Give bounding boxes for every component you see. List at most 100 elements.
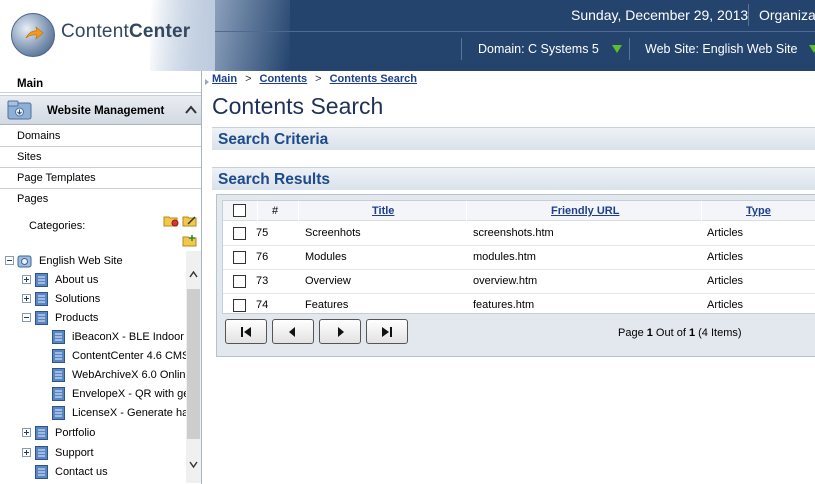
results-grid: # Title Friendly URL Type 75 Screenhots … [222,200,815,314]
sidebar-item-sites[interactable]: Sites [0,147,201,168]
tree-node-label: Support [55,447,94,459]
pager-status: Page 1 Out of 1 (4 Items) [618,327,742,339]
tree-node[interactable]: ContentCenter 4.6 CMS [0,347,186,366]
table-row[interactable]: 76 Modules modules.htm Articles [223,246,815,270]
next-page-button[interactable] [319,319,361,344]
last-page-button[interactable] [366,319,408,344]
expand-toggle-icon[interactable] [22,275,31,284]
pager: Page 1 Out of 1 (4 Items) [222,319,815,349]
collapse-toggle-icon[interactable] [22,313,31,322]
tree-node[interactable]: iBeaconX - BLE Indoor [0,328,186,347]
search-results-label: Search Results [218,171,330,188]
row-friendly-url: overview.htm [473,275,538,287]
row-checkbox[interactable] [233,251,246,264]
sidebar: Main Website Management Domains Sites Pa… [0,71,202,484]
scroll-up-icon[interactable] [189,270,198,279]
tree-node-label: Solutions [55,293,101,305]
page-icon [35,273,48,287]
expand-toggle-icon[interactable] [22,428,31,437]
row-id: 76 [256,251,269,263]
tree-scrollbar[interactable] [186,251,201,483]
column-header-number: # [272,205,279,217]
row-checkbox[interactable] [233,275,246,288]
tree-node[interactable]: Portfolio [0,424,186,443]
tree-node[interactable]: WebArchiveX 6.0 Onlin [0,366,186,385]
page-icon [35,292,48,306]
row-title: Overview [305,275,351,287]
tree-node-label: Contact us [55,466,108,478]
page-icon [35,465,48,479]
page-title: Contents Search [212,93,384,119]
next-page-icon [338,327,344,337]
website-dropdown-arrow-icon[interactable] [809,45,815,53]
page-icon [52,330,65,344]
tree-node[interactable]: About us [0,271,186,290]
sidebar-item-domains[interactable]: Domains [0,126,201,147]
scrollbar-thumb[interactable] [187,289,200,439]
row-checkbox[interactable] [233,299,246,312]
edit-category-icon[interactable] [182,214,198,227]
table-row[interactable]: 75 Screenhots screenshots.htm Articles [223,222,815,246]
tree-node[interactable]: Products [0,309,186,328]
search-criteria-bar[interactable]: Search Criteria [212,127,815,150]
expand-toggle-icon[interactable] [22,448,31,457]
row-id: 75 [256,227,269,239]
sidebar-item-page-templates[interactable]: Page Templates [0,168,201,189]
logo-arrow-icon [25,26,44,40]
tree-node[interactable]: EnvelopeX - QR with ge [0,385,186,404]
row-id: 74 [256,299,269,311]
table-row[interactable]: 74 Features features.htm Articles [223,294,815,318]
header-divider [748,4,749,26]
breadcrumb-contents-search-link[interactable]: Contents Search [330,73,417,85]
categories-label: Categories: [29,220,86,232]
column-header-friendly-url[interactable]: Friendly URL [551,205,619,217]
scroll-down-icon[interactable] [189,460,198,469]
page-icon [52,406,65,420]
header-divider-line [215,31,815,32]
column-header-type[interactable]: Type [746,205,771,217]
tree-node[interactable]: Support [0,444,186,463]
row-type: Articles [707,251,744,263]
column-divider [466,201,467,221]
page-icon [35,311,48,325]
tree-node[interactable]: Solutions [0,290,186,309]
website-icon [17,255,32,268]
organization-selector[interactable]: Organizat [759,7,815,23]
last-page-icon [382,327,392,337]
previous-page-button[interactable] [272,319,314,344]
tree-node[interactable]: LicenseX - Generate ha [0,404,186,423]
collapse-toggle-icon[interactable] [5,256,14,265]
breadcrumb-main-link[interactable]: Main [212,73,237,85]
website-selector[interactable]: Web Site: English Web Site [645,42,797,56]
row-title: Screenhots [305,227,361,239]
delete-category-icon[interactable] [163,214,179,227]
table-row[interactable]: 73 Overview overview.htm Articles [223,270,815,294]
tree-node-label: ContentCenter 4.6 CMS [72,350,186,362]
website-management-header[interactable]: Website Management [0,95,201,125]
add-category-icon[interactable] [182,234,198,247]
header-divider [461,38,462,60]
row-checkbox[interactable] [233,227,246,240]
sidebar-item-pages[interactable]: Pages [0,189,201,210]
domain-dropdown-arrow-icon[interactable] [612,45,622,53]
collapse-chevron-icon[interactable] [184,104,198,116]
expand-toggle-icon[interactable] [22,294,31,303]
website-management-label: Website Management [47,105,165,117]
first-page-icon [241,327,251,337]
breadcrumb-separator: > [245,73,252,85]
select-all-checkbox[interactable] [233,204,246,217]
domain-selector[interactable]: Domain: C Systems 5 [478,42,599,56]
row-friendly-url: modules.htm [473,251,536,263]
tree-node[interactable]: English Web Site [0,252,186,271]
sidebar-main-link[interactable]: Main [0,75,201,93]
tree-node[interactable]: Contact us [0,463,186,482]
column-header-title[interactable]: Title [372,205,394,217]
first-page-button[interactable] [225,319,267,344]
breadcrumb-separator: > [315,73,322,85]
breadcrumb: Main > Contents > Contents Search [205,73,417,85]
page-tree: English Web Site About us Solutions Prod… [0,251,186,484]
breadcrumb-contents-link[interactable]: Contents [260,73,308,85]
row-friendly-url: features.htm [473,299,535,311]
grid-header: # Title Friendly URL Type [223,201,815,221]
results-panel: # Title Friendly URL Type 75 Screenhots … [216,194,815,357]
